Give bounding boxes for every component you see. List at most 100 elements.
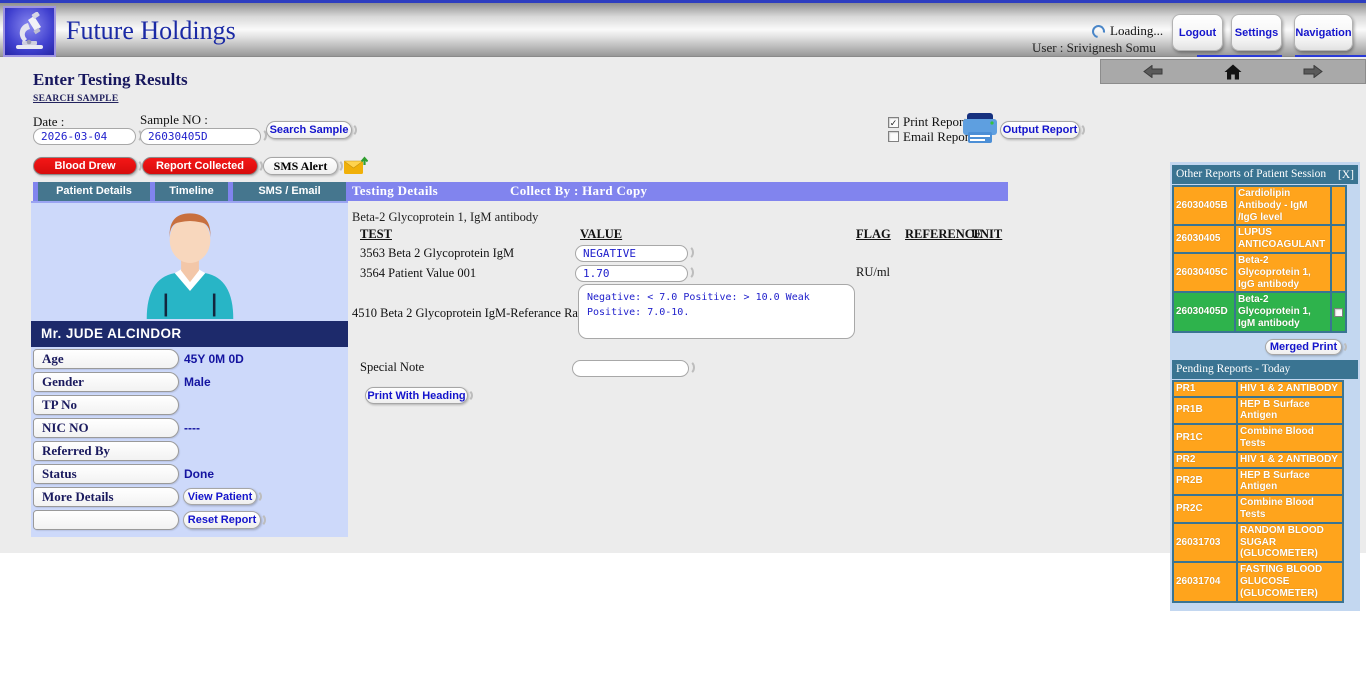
pending-row[interactable]: PR2C Combine Blood Tests	[1173, 495, 1343, 523]
reset-report-button[interactable]: Reset Report	[183, 511, 261, 529]
field-value-gender: Male	[184, 375, 211, 389]
reference-range-textarea[interactable]: Negative: < 7.0 Positive: > 10.0 Weak Po…	[578, 284, 855, 339]
pending-row[interactable]: PR1B HEP B Surface Antigen	[1173, 397, 1343, 425]
header-underline	[1197, 55, 1282, 57]
date-field-wrap	[33, 127, 136, 144]
logout-button[interactable]: Logout	[1172, 14, 1223, 51]
report-name[interactable]: Cardiolipin Antibody - IgM /IgG level	[1235, 186, 1331, 225]
patient-panel: Mr. JUDE ALCINDOR Age 45Y 0M 0D Gender M…	[31, 201, 348, 537]
pending-row[interactable]: 26031704 FASTING BLOOD GLUCOSE (GLUCOMET…	[1173, 562, 1343, 601]
sample-no-field-wrap	[140, 127, 261, 144]
search-sample-button[interactable]: Search Sample	[266, 121, 352, 139]
loading-indicator: Loading...	[1092, 23, 1163, 39]
pending-row[interactable]: PR1 HIV 1 & 2 ANTIBODY	[1173, 381, 1343, 397]
search-sample-link[interactable]: SEARCH SAMPLE	[33, 94, 118, 104]
test-value-input[interactable]	[575, 245, 688, 262]
pending-name[interactable]: HEP B Surface Antigen	[1237, 468, 1343, 496]
pending-name[interactable]: HEP B Surface Antigen	[1237, 397, 1343, 425]
app-title: Future Holdings	[66, 16, 236, 46]
pending-id[interactable]: PR2C	[1173, 495, 1237, 523]
output-report-button[interactable]: Output Report	[1000, 121, 1080, 139]
test-row-name: 3564 Patient Value 001	[360, 266, 476, 281]
pending-id[interactable]: PR1C	[1173, 424, 1237, 452]
pending-id[interactable]: 26031703	[1173, 523, 1237, 562]
sample-no-input[interactable]	[140, 128, 261, 145]
pending-id[interactable]: PR2B	[1173, 468, 1237, 496]
loading-text: Loading...	[1110, 23, 1163, 39]
report-id[interactable]: 26030405	[1173, 225, 1235, 253]
field-label-status: Status	[33, 464, 179, 484]
pending-name[interactable]: Combine Blood Tests	[1237, 495, 1343, 523]
date-input[interactable]	[33, 128, 136, 145]
field-value-age: 45Y 0M 0D	[184, 352, 244, 366]
pending-name[interactable]: Combine Blood Tests	[1237, 424, 1343, 452]
pending-name[interactable]: HIV 1 & 2 ANTIBODY	[1237, 381, 1343, 397]
back-arrow-icon[interactable]	[1143, 65, 1163, 78]
pending-id[interactable]: 26031704	[1173, 562, 1237, 601]
other-reports-table: 26030405B Cardiolipin Antibody - IgM /Ig…	[1172, 185, 1347, 333]
report-id[interactable]: 26030405C	[1173, 253, 1235, 292]
print-report-checkbox[interactable]	[888, 117, 899, 128]
reports-sidebar: Other Reports of Patient Session [X] 260…	[1170, 162, 1360, 611]
home-icon[interactable]	[1224, 64, 1242, 80]
field-label-more-details: More Details	[33, 487, 179, 507]
report-row[interactable]: 26030405C Beta-2 Glycoprotein 1, IgG ant…	[1173, 253, 1346, 292]
app-window: Future Holdings Loading... User : Srivig…	[0, 0, 1366, 678]
pending-name[interactable]: HIV 1 & 2 ANTIBODY	[1237, 452, 1343, 468]
email-report-checkbox[interactable]	[888, 131, 899, 142]
tab-sms-email[interactable]: SMS / Email	[233, 182, 346, 201]
settings-button[interactable]: Settings	[1231, 14, 1282, 51]
tab-timeline[interactable]: Timeline	[155, 182, 228, 201]
pending-id[interactable]: PR1B	[1173, 397, 1237, 425]
sms-alert-button[interactable]: SMS Alert	[263, 157, 338, 175]
field-value-status: Done	[184, 467, 214, 481]
test-value-wrap	[575, 244, 688, 261]
test-section-title: Beta-2 Glycoprotein 1, IgM antibody	[352, 210, 538, 225]
patient-name: Mr. JUDE ALCINDOR	[31, 321, 348, 347]
report-select-checkbox[interactable]	[1334, 308, 1343, 317]
report-name[interactable]: Beta-2 Glycoprotein 1, IgM antibody	[1235, 292, 1331, 331]
forward-arrow-icon[interactable]	[1303, 65, 1323, 78]
pending-name[interactable]: RANDOM BLOOD SUGAR (GLUCOMETER)	[1237, 523, 1343, 562]
printer-icon[interactable]	[962, 112, 998, 144]
pending-row[interactable]: PR1C Combine Blood Tests	[1173, 424, 1343, 452]
report-name[interactable]: LUPUS ANTICOAGULANT	[1235, 225, 1331, 253]
blood-drew-button[interactable]: Blood Drew	[33, 157, 137, 175]
current-user-label: User : Srivignesh Somu	[1032, 40, 1156, 56]
view-patient-button[interactable]: View Patient	[183, 488, 257, 505]
header-underline	[1295, 55, 1366, 57]
report-row[interactable]: 26030405D Beta-2 Glycoprotein 1, IgM ant…	[1173, 292, 1346, 331]
test-unit: RU/ml	[856, 265, 890, 280]
navigation-button[interactable]: Navigation	[1294, 14, 1353, 51]
field-label-tp-no: TP No	[33, 395, 179, 415]
report-row[interactable]: 26030405 LUPUS ANTICOAGULANT	[1173, 225, 1346, 253]
pending-row[interactable]: PR2B HEP B Surface Antigen	[1173, 468, 1343, 496]
loading-spinner-icon	[1089, 22, 1107, 40]
column-header-value: VALUE	[580, 227, 622, 242]
report-id[interactable]: 26030405B	[1173, 186, 1235, 225]
report-collected-button[interactable]: Report Collected	[142, 157, 258, 175]
pending-row[interactable]: PR2 HIV 1 & 2 ANTIBODY	[1173, 452, 1343, 468]
special-note-input[interactable]	[572, 360, 689, 377]
send-mail-icon[interactable]	[344, 156, 368, 175]
tab-patient-details[interactable]: Patient Details	[38, 182, 150, 201]
pending-id[interactable]: PR1	[1173, 381, 1237, 397]
collect-by-label: Collect By : Hard Copy	[510, 183, 647, 199]
pending-id[interactable]: PR2	[1173, 452, 1237, 468]
merged-print-button[interactable]: Merged Print	[1265, 339, 1342, 355]
report-row[interactable]: 26030405B Cardiolipin Antibody - IgM /Ig…	[1173, 186, 1346, 225]
column-header-flag: FLAG	[856, 227, 891, 242]
field-label-referred-by: Referred By	[33, 441, 179, 461]
pending-reports-title: Pending Reports - Today	[1176, 360, 1290, 379]
app-header: Future Holdings Loading... User : Srivig…	[0, 0, 1366, 57]
test-value-input[interactable]	[575, 265, 688, 282]
close-icon[interactable]: [X]	[1338, 169, 1354, 181]
pending-name[interactable]: FASTING BLOOD GLUCOSE (GLUCOMETER)	[1237, 562, 1343, 601]
print-report-label: Print Report	[903, 114, 967, 130]
print-with-heading-button[interactable]: Print With Heading	[365, 387, 468, 404]
pending-row[interactable]: 26031703 RANDOM BLOOD SUGAR (GLUCOMETER)	[1173, 523, 1343, 562]
patient-avatar	[126, 207, 254, 319]
report-id[interactable]: 26030405D	[1173, 292, 1235, 331]
test-value-wrap	[575, 264, 688, 281]
report-name[interactable]: Beta-2 Glycoprotein 1, IgG antibody	[1235, 253, 1331, 292]
